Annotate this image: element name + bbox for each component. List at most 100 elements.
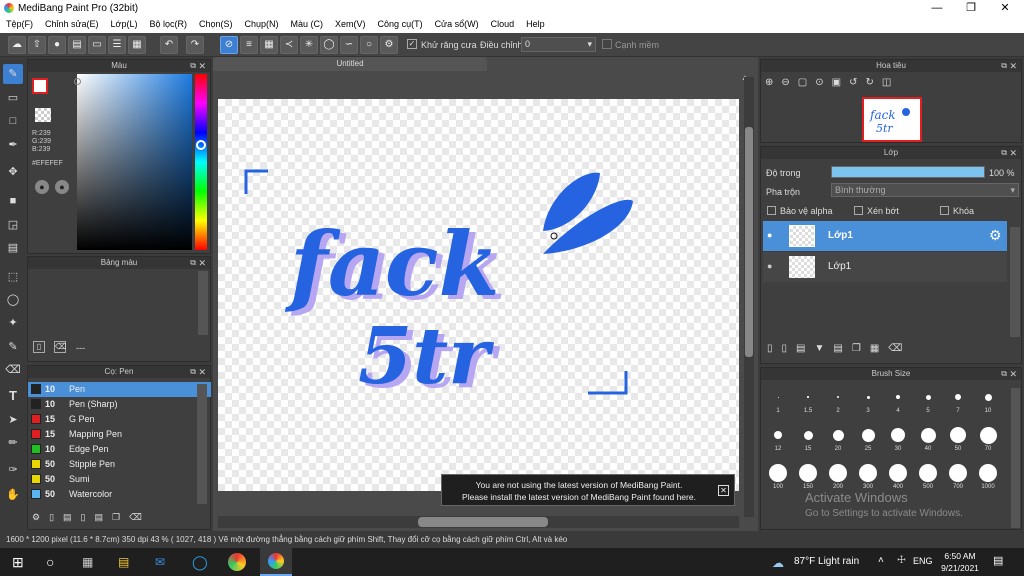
- zoom-out-icon[interactable]: ⊖: [781, 77, 797, 88]
- update-notice[interactable]: You are not using the latest version of …: [441, 474, 735, 506]
- detach-icon[interactable]: ⧉: [1001, 147, 1007, 159]
- detach-icon[interactable]: ⧉: [190, 366, 196, 378]
- folder-icon[interactable]: ▤: [833, 343, 851, 354]
- pen-tool-icon[interactable]: ✒: [3, 135, 23, 155]
- rotate-right-icon[interactable]: ↻: [865, 77, 881, 88]
- text-tool-icon[interactable]: T: [3, 386, 23, 406]
- gradient-tool-icon[interactable]: ▤: [3, 238, 23, 258]
- brush-size-option[interactable]: 25: [853, 424, 883, 452]
- palette-icon[interactable]: ●: [35, 180, 49, 194]
- brush-size-option[interactable]: 12: [763, 424, 793, 452]
- adjust-select[interactable]: 0 ▾: [521, 37, 596, 52]
- brush-size-option[interactable]: 10: [973, 386, 1003, 414]
- close-button[interactable]: ✕: [988, 0, 1022, 17]
- document-icon[interactable]: ▭: [88, 36, 106, 54]
- eraser-tool-icon[interactable]: ▭: [3, 88, 23, 108]
- edge-browser-icon[interactable]: ◯: [192, 554, 210, 570]
- close-icon[interactable]: ✕: [198, 257, 206, 269]
- curve-snap-icon[interactable]: ∽: [340, 36, 358, 54]
- brush-size-option[interactable]: 15: [793, 424, 823, 452]
- brush-size-option[interactable]: 5: [913, 386, 943, 414]
- cloud-icon[interactable]: ☁: [8, 36, 26, 54]
- flip-icon[interactable]: ◫: [882, 77, 899, 88]
- parallel-snap-icon[interactable]: ≡: [240, 36, 258, 54]
- clock[interactable]: 6:50 AM 9/21/2021: [936, 550, 984, 574]
- comment-icon[interactable]: ●: [48, 36, 66, 54]
- vertical-scroll-thumb[interactable]: [745, 127, 753, 357]
- brush-tool-icon[interactable]: ✎: [3, 64, 23, 84]
- language-indicator[interactable]: ENG: [913, 556, 933, 566]
- duplicate-icon[interactable]: ❐: [112, 512, 129, 522]
- menu-window[interactable]: Cửa sổ(W): [429, 17, 485, 33]
- brush-size-option[interactable]: 1.5: [793, 386, 823, 414]
- zoom-icon[interactable]: ⊙: [815, 77, 831, 88]
- duplicate-icon[interactable]: ❐: [852, 343, 870, 354]
- brush-item[interactable]: 50 Stipple Pen: [28, 457, 211, 472]
- brush-size-option[interactable]: 150: [793, 462, 823, 490]
- detach-icon[interactable]: ⧉: [1001, 368, 1007, 380]
- detach-icon[interactable]: ⧉: [1001, 60, 1007, 72]
- snap-settings-icon[interactable]: ⚙: [380, 36, 398, 54]
- brush-size-option[interactable]: 7: [943, 386, 973, 414]
- brush-item[interactable]: 15 Mapping Pen: [28, 427, 211, 442]
- lasso-tool-icon[interactable]: ◯: [3, 290, 23, 310]
- eyedropper-icon[interactable]: ✑: [3, 460, 23, 480]
- brush-item[interactable]: 50 Watercolor: [28, 487, 211, 502]
- brush-size-option[interactable]: 1000: [973, 462, 1003, 490]
- detach-icon[interactable]: ⧉: [190, 60, 196, 72]
- horizontal-scroll-thumb[interactable]: [418, 517, 548, 527]
- delete-layer-icon[interactable]: ⌫: [888, 343, 911, 354]
- brush-type-icon[interactable]: ▤: [63, 512, 81, 522]
- magic-wand-icon[interactable]: ✦: [3, 313, 23, 333]
- undo-icon[interactable]: ↶: [160, 36, 178, 54]
- brush-size-option[interactable]: 40: [913, 424, 943, 452]
- layer-row-selected[interactable]: ● Lớp1 ⚙: [763, 221, 1007, 251]
- circle-snap-icon[interactable]: ◯: [320, 36, 338, 54]
- chevron-up-icon[interactable]: ˄: [878, 555, 884, 566]
- store-icon[interactable]: ▦: [82, 554, 98, 570]
- brush-size-scrollbar[interactable]: [1011, 388, 1020, 528]
- menu-color[interactable]: Màu (C): [285, 17, 330, 33]
- new-brush-icon[interactable]: ▯: [49, 512, 63, 522]
- palette-add-icon[interactable]: ●: [55, 180, 69, 194]
- brush-size-option[interactable]: 200: [823, 462, 853, 490]
- brush-size-option[interactable]: 4: [883, 386, 913, 414]
- eye-icon[interactable]: ●: [767, 230, 772, 240]
- brush-size-option[interactable]: 300: [853, 462, 883, 490]
- hue-handle[interactable]: [196, 140, 206, 150]
- brush-item[interactable]: 50 Sumi: [28, 472, 211, 487]
- bucket-tool-icon[interactable]: ◲: [3, 215, 23, 235]
- menu-select[interactable]: Chọn(S): [193, 17, 239, 33]
- add-layer-icon[interactable]: ▤: [796, 343, 814, 354]
- tab-untitled[interactable]: Untitled: [213, 57, 487, 71]
- redo-icon[interactable]: ↷: [186, 36, 204, 54]
- saturation-value-picker[interactable]: [77, 74, 192, 250]
- close-icon[interactable]: ✕: [198, 366, 206, 378]
- hand-tool-icon[interactable]: ✋: [3, 485, 23, 505]
- copy-brush-icon[interactable]: ▯: [81, 512, 95, 522]
- select-pen-icon[interactable]: ✎: [3, 337, 23, 357]
- layer-type-icon[interactable]: ▼: [814, 343, 833, 354]
- menu-snap[interactable]: Chụp(N): [239, 17, 285, 33]
- delete-brush-icon[interactable]: ⌫: [129, 512, 151, 522]
- menu-help[interactable]: Help: [520, 17, 551, 33]
- opacity-slider[interactable]: [831, 166, 985, 178]
- new-palette-icon[interactable]: ▯: [33, 341, 45, 353]
- minimize-button[interactable]: —: [920, 0, 954, 17]
- maximize-button[interactable]: ❐: [954, 0, 988, 17]
- brush-item[interactable]: 15 G Pen: [28, 412, 211, 427]
- brush-size-option[interactable]: 50: [943, 424, 973, 452]
- move-tool-icon[interactable]: ✥: [3, 162, 23, 182]
- layer-row[interactable]: ● Lớp1: [763, 252, 1007, 282]
- copy-layer-icon[interactable]: ▯: [782, 343, 797, 354]
- eye-icon[interactable]: ●: [767, 261, 772, 271]
- brush-size-option[interactable]: 700: [943, 462, 973, 490]
- ellipse-snap-icon[interactable]: ○: [360, 36, 378, 54]
- brush-item[interactable]: 10 Edge Pen: [28, 442, 211, 457]
- search-icon[interactable]: ○: [46, 554, 62, 570]
- notification-icon[interactable]: ▤: [993, 554, 1007, 568]
- dropper-tool-icon[interactable]: ✏: [3, 433, 23, 453]
- blend-select[interactable]: Bình thường ▾: [831, 183, 1019, 197]
- soft-edge-checkbox[interactable]: [602, 39, 612, 49]
- folder-icon[interactable]: ▤: [95, 512, 113, 522]
